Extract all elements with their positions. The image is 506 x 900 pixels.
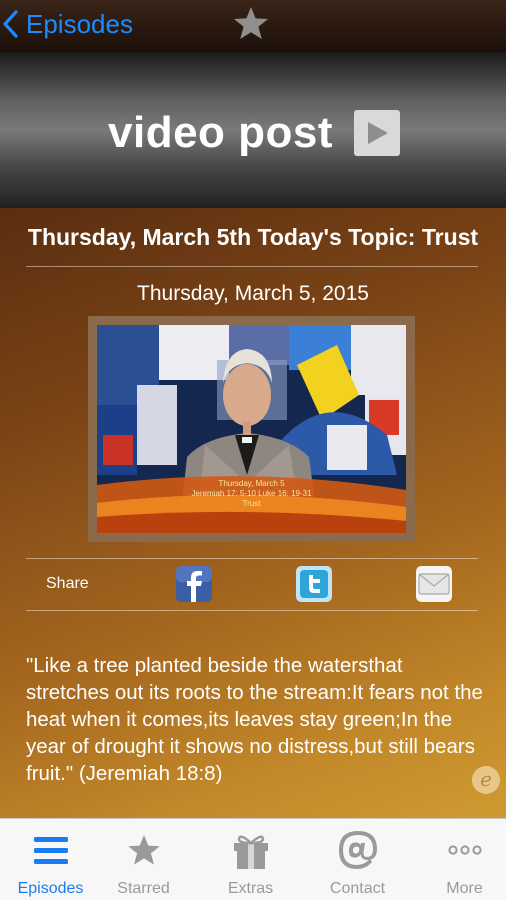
scripture-quote: "Like a tree planted beside the watersth… <box>26 654 483 785</box>
post-content: Thursday, March 5th Today's Topic: Trust… <box>0 208 506 818</box>
e-logo-icon[interactable]: e <box>472 766 500 794</box>
tab-label: Extras <box>227 880 274 897</box>
header-banner: video post <box>0 52 506 208</box>
play-button[interactable] <box>354 110 400 156</box>
post-title: Thursday, March 5th Today's Topic: Trust <box>27 224 479 250</box>
chevron-left-icon <box>3 10 18 38</box>
tab-episodes[interactable]: Episodes <box>0 819 101 900</box>
share-row: Share <box>26 560 478 608</box>
video-caption-line: Jeremiah 17: 5-10 Luke 16: 19-31 <box>191 489 312 498</box>
tab-bar: Episodes Starred Extras Contact More <box>0 818 506 900</box>
back-button[interactable]: Episodes <box>0 4 133 44</box>
post-date: Thursday, March 5, 2015 <box>137 282 369 305</box>
twitter-icon[interactable] <box>296 566 332 602</box>
divider <box>26 266 478 267</box>
gift-icon <box>234 835 268 869</box>
tab-label: Contact <box>329 880 386 897</box>
video-still: Thursday, March 5 Jeremiah 17: 5-10 Luke… <box>97 325 406 533</box>
tab-contact[interactable]: Contact <box>307 819 408 900</box>
video-caption-line: Trust <box>242 499 261 508</box>
tab-extras[interactable]: Extras <box>200 819 301 900</box>
navigation-bar: Episodes <box>0 0 506 52</box>
tab-more[interactable]: More <box>414 819 506 900</box>
email-icon[interactable] <box>416 566 452 602</box>
tab-label: Episodes <box>17 880 84 897</box>
list-icon <box>34 837 68 864</box>
tab-label: Starred <box>117 880 170 897</box>
star-icon[interactable] <box>232 6 270 40</box>
play-icon <box>368 122 388 144</box>
share-label: Share <box>46 575 89 592</box>
video-caption-line: Thursday, March 5 <box>218 479 285 488</box>
divider <box>26 558 478 559</box>
star-icon <box>128 835 160 865</box>
at-icon <box>339 831 377 869</box>
tab-label: More <box>446 880 483 897</box>
facebook-icon[interactable] <box>176 566 212 602</box>
video-thumbnail[interactable]: Thursday, March 5 Jeremiah 17: 5-10 Luke… <box>88 316 415 542</box>
more-icon <box>448 845 482 855</box>
tab-starred[interactable]: Starred <box>93 819 194 900</box>
divider <box>26 610 478 611</box>
back-button-label: Episodes <box>26 8 133 39</box>
banner-title: video post <box>108 108 334 157</box>
